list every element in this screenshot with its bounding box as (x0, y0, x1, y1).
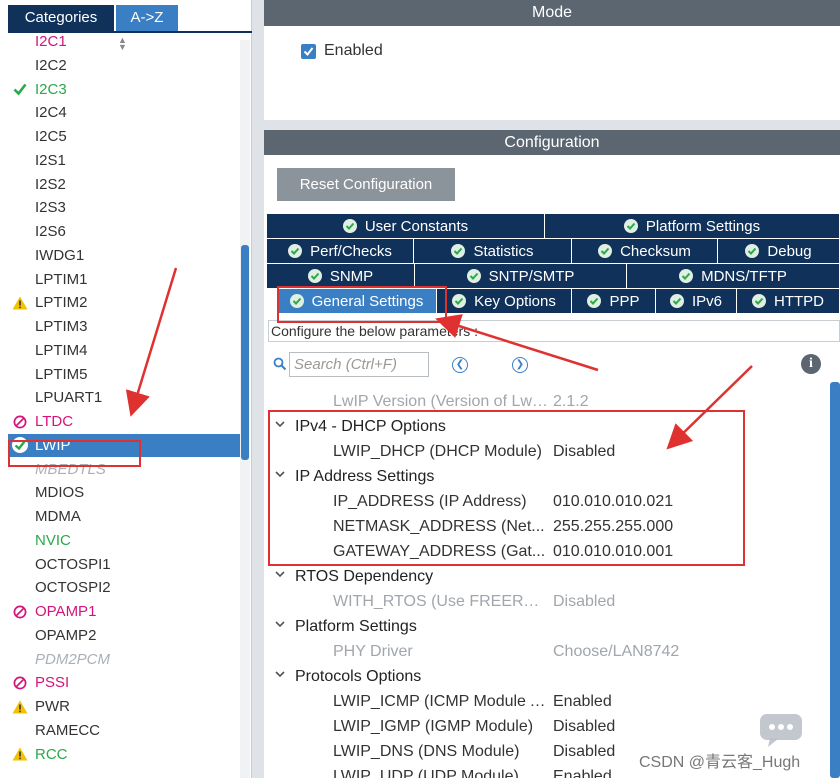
arrow-to-general-settings (435, 314, 599, 372)
arrow-to-lwip (125, 267, 178, 417)
csdn-watermark: CSDN @青云客_Hugh (639, 754, 801, 771)
stm32cubemx-window: Categories A->Z I2C1 I2C2 I2C3 I2C4 I2C5 I2S1… (0, 0, 840, 778)
chat-bubble-icon (760, 714, 802, 747)
arrow-to-ip-settings (666, 365, 753, 450)
annotation-arrows (125, 267, 753, 450)
